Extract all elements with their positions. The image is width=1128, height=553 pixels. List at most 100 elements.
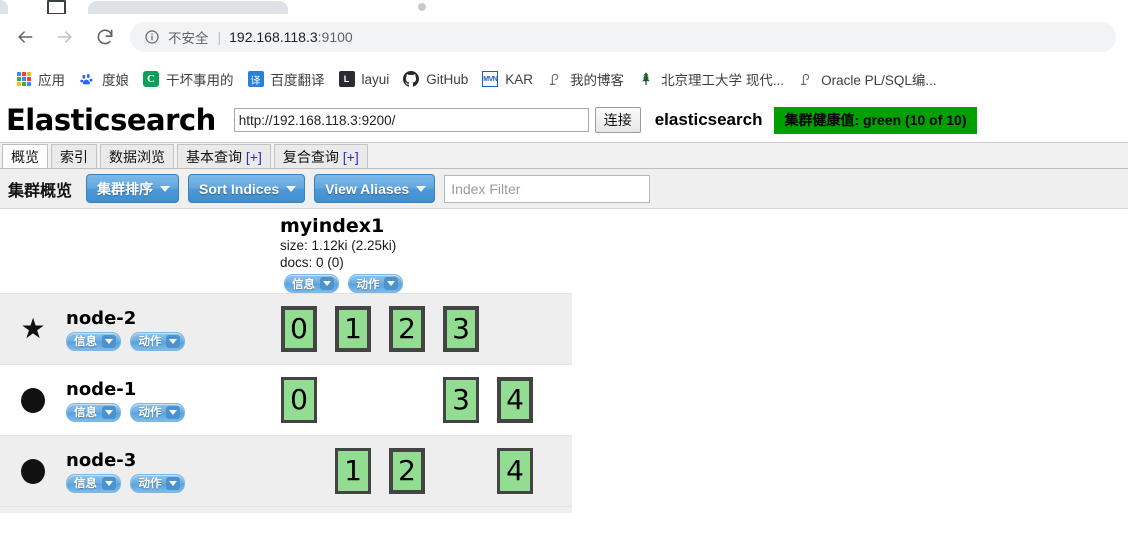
node-role-cell [0,365,66,435]
info-circle-icon[interactable] [144,29,160,45]
node-info-button[interactable]: 信息 [66,331,121,351]
view-aliases-button[interactable]: View Aliases [314,174,436,203]
shard-box[interactable]: 3 [443,377,479,423]
bookmark-baidu[interactable]: 度娘 [72,66,136,92]
back-arrow-icon [15,27,35,47]
github-icon [403,71,420,87]
index-action-button[interactable]: 动作 [348,274,404,293]
address-bar-host: 192.168.118.3 [229,29,318,45]
bookmark-apps[interactable]: 应用 [10,66,72,92]
tab-composite-query[interactable]: 复合查询 [+] [273,144,368,168]
bookmark-oracle-plsql[interactable]: Oracle PL/SQL编... [791,66,944,92]
node-action-button[interactable]: 动作 [130,473,186,493]
connect-button[interactable]: 连接 [594,107,641,133]
bookmark-label: 我的博客 [570,73,625,88]
status-badge: 集群健康值: green (10 of 10) [774,106,977,134]
tab-favicon-active-icon [418,3,426,11]
forward-button[interactable] [48,20,82,54]
bookmark-kar[interactable]: MVN KAR [475,66,540,92]
bookmark-label: Oracle PL/SQL编... [821,73,937,88]
sort-cluster-button[interactable]: 集群排序 [86,174,180,203]
address-bar[interactable]: 不安全 | 192.168.118.3 :9100 [130,22,1116,52]
tab-data-browse[interactable]: 数据浏览 [100,144,174,168]
shard-cell: 1 [326,294,380,364]
node-action-button[interactable]: 动作 [130,402,186,422]
bookmark-my-blog[interactable]: 我的博客 [540,66,631,92]
shard-box[interactable]: 2 [389,306,425,352]
browser-tab-active[interactable] [88,1,426,14]
tab-strip [0,0,1128,15]
tab-partial-left[interactable] [0,0,8,14]
node-shards: 0 1 2 3 [272,294,572,364]
security-status-label: 不安全 [168,31,209,46]
view-aliases-label: View Aliases [325,180,410,197]
tab-bar: 概览 索引 数据浏览 基本查询 [+] 复合查询 [+] [0,143,1128,169]
chevron-down-icon [102,334,116,348]
node-info-button[interactable]: 信息 [66,473,121,493]
tab-label: 概览 [11,149,39,165]
node-action-label: 动作 [138,336,162,348]
bookmark-layui[interactable]: L layui [332,66,397,92]
cluster-name-label: elasticsearch [654,110,763,129]
shard-cell: 0 [272,365,326,435]
circle-icon [21,458,45,484]
shard-box[interactable]: 4 [497,377,533,423]
shard-cell: 4 [488,365,542,435]
node-actions: 信息 动作 [66,402,272,422]
index-info-label: 信息 [292,278,315,291]
node-info-cell: node-1 信息 动作 [66,365,272,435]
node-shards: 0 3 4 [272,365,572,435]
reload-button[interactable] [88,20,122,54]
bookmark-bit[interactable]: 北京理工大学 现代... [631,66,791,92]
bookmark-label: 度娘 [102,73,129,88]
table-row: node-3 信息 动作 1 2 4 [0,435,572,506]
bookmark-translate[interactable]: 译 百度翻译 [241,66,332,92]
shard-box[interactable]: 0 [281,377,317,423]
index-filter-input[interactable] [444,174,651,203]
forward-arrow-icon [55,27,75,47]
tab-label: 复合查询 [282,149,343,165]
shard-box[interactable]: 1 [335,448,371,494]
node-name: node-3 [66,449,137,471]
node-name: node-2 [66,307,137,329]
table-bottom-edge [0,506,572,513]
tab-favicon-icon [47,0,66,15]
back-button[interactable] [8,20,42,54]
index-row-node-spacer [0,209,272,293]
maven-icon: MVN [482,71,499,87]
shard-box[interactable]: 0 [281,306,317,352]
node-info-label: 信息 [74,336,97,348]
node-action-button[interactable]: 动作 [130,331,186,351]
app-header: Elasticsearch 连接 elasticsearch 集群健康值: gr… [0,98,1128,143]
shard-box[interactable]: 4 [497,448,533,494]
shard-box[interactable]: 1 [335,306,371,352]
chevron-down-icon [384,277,399,290]
circle-icon [21,387,45,413]
bookmark-github[interactable]: GitHub [396,66,475,92]
cluster-host-input[interactable] [233,108,589,132]
bookmark-label: KAR [505,71,534,87]
tab-overview[interactable]: 概览 [2,144,48,168]
elasticsearch-head-app: Elasticsearch 连接 elasticsearch 集群健康值: gr… [0,98,1128,553]
node-info-cell: node-3 信息 动作 [66,436,272,506]
bookmark-label: 百度翻译 [270,73,325,88]
table-row: ★ node-2 信息 动作 0 1 2 3 [0,293,572,364]
shard-cell-empty [488,294,542,364]
tab-indices[interactable]: 索引 [51,144,97,168]
sort-indices-button[interactable]: Sort Indices [188,174,306,203]
chevron-down-icon [166,476,181,490]
chevron-down-icon [166,334,181,348]
shard-cell: 3 [434,365,488,435]
tab-label: 数据浏览 [109,149,165,165]
index-info-button[interactable]: 信息 [284,274,339,293]
tab-basic-query[interactable]: 基本查询 [+] [177,144,271,168]
shard-box[interactable]: 2 [389,448,425,494]
node-info-button[interactable]: 信息 [66,402,121,422]
browser-toolbar: 不安全 | 192.168.118.3 :9100 [0,14,1128,60]
shard-box[interactable]: 3 [443,306,479,352]
bookmark-green-c[interactable]: C 干坏事用的 [136,66,241,92]
node-actions: 信息 动作 [66,473,272,493]
address-bar-port: :9100 [317,29,353,45]
shard-cell: 2 [380,294,434,364]
index-action-label: 动作 [356,278,380,291]
